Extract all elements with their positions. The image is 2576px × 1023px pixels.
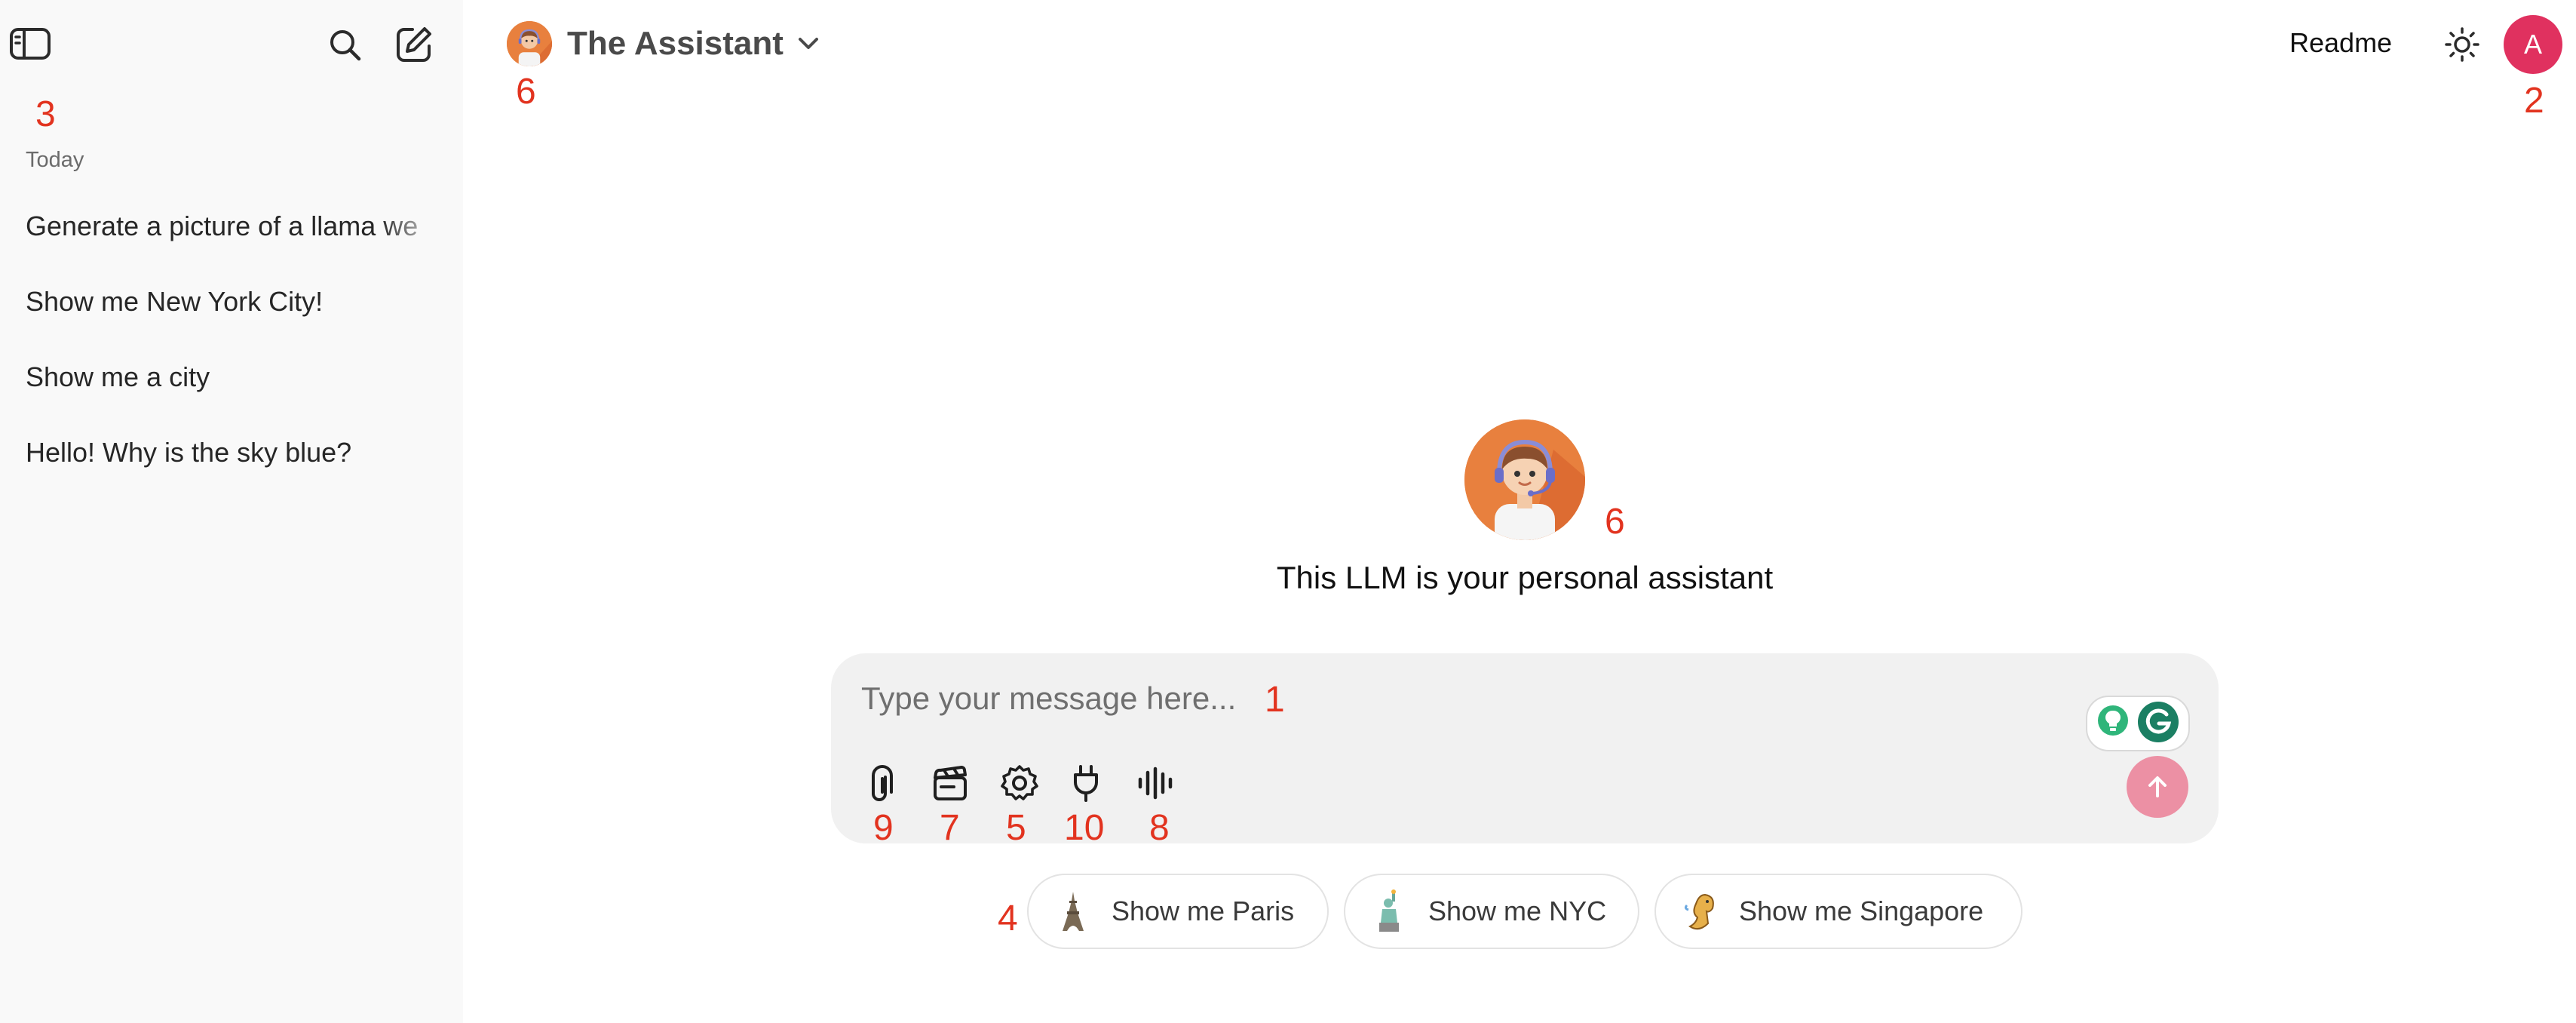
suggestion-label: Show me Paris [1112, 896, 1295, 926]
greeting-text: This LLM is your personal assistant [1276, 560, 1774, 595]
chat-history-item[interactable]: Show me a city [0, 339, 463, 415]
grammarly-widget[interactable] [2086, 696, 2190, 751]
paperclip-icon[interactable] [860, 759, 908, 807]
suggestion-chip[interactable]: Show me Singapore [1654, 874, 2022, 949]
annotation-number: 3 [35, 94, 56, 134]
sidebar-toggle-icon[interactable] [8, 27, 53, 60]
new-chat-icon[interactable] [394, 24, 434, 65]
message-composer [831, 653, 2219, 843]
search-icon[interactable] [326, 26, 365, 65]
model-name: The Assistant [567, 25, 784, 62]
annotation-number: 1 [1265, 680, 1285, 720]
grammarly-g-icon [2137, 701, 2179, 747]
chat-history-item[interactable]: Generate a picture of a llama we [0, 189, 463, 264]
lightbulb-icon [2096, 704, 2130, 744]
chat-history-title: Hello! Why is the sky blue? [26, 437, 352, 468]
send-button[interactable] [2127, 756, 2188, 818]
statue-of-liberty-icon [1368, 889, 1412, 933]
chat-history-item[interactable]: Hello! Why is the sky blue? [0, 415, 463, 490]
suggestion-chip[interactable]: Show me Paris [1027, 874, 1329, 949]
suggestion-label: Show me Singapore [1739, 896, 1984, 926]
sidebar-group-label: Today [26, 148, 84, 172]
eiffel-tower-icon [1051, 889, 1095, 933]
clapperboard-icon[interactable] [926, 759, 974, 807]
chat-history-title: Show me a city [26, 361, 210, 392]
suggestion-chip[interactable]: Show me NYC [1344, 874, 1639, 949]
assistant-avatar-icon [1464, 419, 1585, 540]
annotation-number: 7 [940, 808, 960, 848]
chat-history-title: Generate a picture of a llama we [26, 210, 419, 241]
annotation-number: 8 [1149, 808, 1170, 848]
sidebar: Today Generate a picture of a llama we S… [0, 0, 463, 1023]
annotation-number: 6 [1605, 502, 1625, 542]
chat-history-item[interactable]: Show me New York City! [0, 264, 463, 339]
annotation-number: 6 [516, 72, 536, 112]
message-input[interactable] [861, 676, 1917, 721]
annotation-number: 4 [998, 899, 1018, 939]
suggestion-label: Show me NYC [1428, 896, 1607, 926]
user-avatar[interactable]: A [2504, 15, 2562, 74]
arrow-up-icon [2148, 776, 2167, 797]
chat-history-list: Generate a picture of a llama we Show me… [0, 189, 463, 490]
model-selector[interactable]: The Assistant [507, 20, 823, 68]
plug-icon[interactable] [1062, 759, 1110, 807]
readme-button[interactable]: Readme [2289, 27, 2392, 59]
annotation-number: 10 [1064, 808, 1105, 848]
chat-history-title: Show me New York City! [26, 286, 324, 317]
annotation-number: 5 [1006, 808, 1026, 848]
merlion-icon [1679, 889, 1722, 933]
annotation-number: 9 [873, 808, 894, 848]
chevron-down-icon [796, 30, 823, 57]
gear-icon[interactable] [995, 759, 1044, 807]
assistant-avatar-icon [507, 21, 552, 66]
annotation-number: 2 [2524, 81, 2544, 121]
voice-icon[interactable] [1131, 759, 1179, 807]
sun-icon[interactable] [2442, 24, 2482, 65]
